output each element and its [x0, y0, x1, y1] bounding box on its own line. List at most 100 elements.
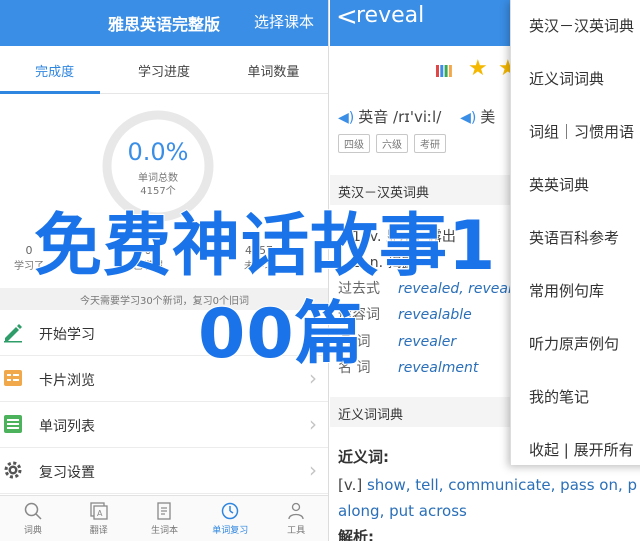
dropdown-item-en-cn[interactable]: 英汉－汉英词典: [511, 0, 640, 53]
nav-translate-label: 翻译: [89, 526, 108, 536]
word-form-label: 名 词: [338, 360, 371, 376]
person-icon: [288, 502, 304, 520]
gear-icon: [4, 461, 22, 479]
frequency-bars-icon: [436, 65, 452, 77]
exam-tags: 四级 六级 考研: [338, 134, 446, 153]
daily-tip: 今天需要学习30个新词，复习0个旧词: [0, 288, 328, 310]
dropdown-item-audio-examples[interactable]: 听力原声例句: [511, 318, 640, 371]
word-form-value[interactable]: revealer: [398, 334, 456, 350]
stat-learned-value: 0: [25, 244, 33, 257]
word-form-row: 形容词 revealable: [338, 304, 472, 324]
uk-label: 英音: [358, 108, 389, 126]
stat-learned: 0 学习了: [14, 244, 44, 272]
word-form-label: 过去式: [338, 281, 380, 297]
dropdown-item-collapse-expand[interactable]: 收起 | 展开所有: [511, 424, 640, 477]
progress-ring: 0.0% 单词总数 4157个: [100, 108, 216, 224]
stat-unlearned-value: 4157: [245, 244, 273, 257]
menu-card-browse[interactable]: 卡片浏览 ›: [0, 356, 328, 402]
us-label: 美: [480, 108, 496, 126]
tag-cet4: 四级: [338, 134, 370, 153]
word-form-row: 名 词 revealment: [338, 357, 478, 377]
select-book-button[interactable]: 选择课本: [254, 11, 314, 32]
word-form-label: 形容词: [338, 307, 380, 323]
tab-bar: 完成度 学习进度 单词数量: [0, 46, 328, 94]
menu-word-list-label: 单词列表: [39, 419, 95, 435]
tab-word-count[interactable]: 单词数量: [219, 46, 328, 93]
chevron-right-icon: ›: [309, 320, 317, 344]
stat-mastered-value: 0: [144, 244, 152, 257]
pencil-icon: [4, 324, 22, 343]
chevron-right-icon: ›: [309, 366, 317, 390]
dictionary-dropdown: 英汉－汉英词典 近义词词典 词组｜习惯用语 英英词典 英语百科参考 常用例句库 …: [510, 0, 640, 465]
word-form-value[interactable]: revealable: [398, 307, 472, 323]
synonym-line-2[interactable]: along, put across: [338, 502, 467, 520]
progress-ring-graphic: [102, 110, 214, 222]
search-icon: [24, 502, 42, 520]
dropdown-item-notes[interactable]: 我的笔记: [511, 371, 640, 424]
speaker-icon[interactable]: ◀): [338, 110, 354, 126]
dropdown-item-synonyms[interactable]: 近义词词典: [511, 53, 640, 106]
menu-word-list[interactable]: 单词列表 ›: [0, 402, 328, 448]
word-form-label: 名 词: [338, 334, 371, 350]
menu-review-settings[interactable]: 复习设置 ›: [0, 448, 328, 494]
headword: reveal: [356, 3, 425, 28]
dropdown-item-encyclopedia[interactable]: 英语百科参考: [511, 212, 640, 265]
star-icon[interactable]: ★: [468, 56, 488, 81]
stat-unlearned: 4157 未学习: [244, 244, 274, 272]
nav-dictionary-label: 词典: [23, 526, 42, 536]
left-pane: 雅思英语完整版 选择课本 完成度 学习进度 单词数量 0.0% 单词总数 415…: [0, 0, 329, 541]
synonym-words[interactable]: show, tell, communicate, pass on, p: [367, 476, 637, 494]
notebook-icon: [157, 502, 172, 520]
dropdown-item-examples[interactable]: 常用例句库: [511, 265, 640, 318]
stat-unlearned-label: 未学习: [244, 261, 274, 272]
word-form-row: 过去式 revealed, revealed: [338, 278, 529, 298]
menu-card-browse-label: 卡片浏览: [39, 373, 95, 389]
total-words-value: 4157个: [140, 186, 176, 197]
svg-text:A: A: [97, 509, 103, 518]
word-form-value[interactable]: revealment: [398, 360, 478, 376]
translate-icon: A: [90, 502, 108, 520]
chevron-right-icon: ›: [309, 458, 317, 482]
bottom-nav: 词典 A 翻译 生词本 单词复习 工具: [0, 495, 328, 541]
synonym-line-1: [v.] show, tell, communicate, pass on, p: [338, 476, 637, 494]
stat-mastered: 0 已掌握: [133, 244, 163, 272]
nav-dictionary[interactable]: 词典: [0, 496, 66, 541]
stat-mastered-label: 已掌握: [133, 261, 163, 272]
word-form-row: 名 词 revealer: [338, 331, 456, 351]
active-tab-indicator: [0, 91, 100, 94]
progress-caption: 单词总数 4157个: [100, 172, 216, 198]
definition-2: 2. n. 揭露: [352, 255, 416, 271]
progress-percent: 0.0%: [127, 138, 189, 166]
speaker-icon[interactable]: ◀): [460, 110, 476, 126]
dropdown-item-phrases[interactable]: 词组｜习惯用语: [511, 106, 640, 159]
nav-translate[interactable]: A 翻译: [66, 496, 132, 541]
synonym-pos: [v.]: [338, 476, 363, 494]
tag-kaoyan: 考研: [414, 134, 446, 153]
left-header: 雅思英语完整版 选择课本: [0, 0, 328, 46]
analysis-title: 解析:: [338, 528, 374, 541]
menu-start-learning[interactable]: 开始学习 ›: [0, 310, 328, 356]
tab-completion[interactable]: 完成度: [0, 46, 109, 93]
tab-progress[interactable]: 学习进度: [109, 46, 218, 93]
chevron-right-icon: ›: [309, 412, 317, 436]
total-words-label: 单词总数: [138, 173, 178, 184]
pronunciation: ◀) 英音 /rɪ'viːl/ ◀) 美: [338, 106, 495, 127]
menu-review-settings-label: 复习设置: [39, 465, 95, 481]
menu-start-learning-label: 开始学习: [39, 327, 95, 343]
synonym-title: 近义词:: [338, 448, 389, 466]
stat-learned-label: 学习了: [14, 261, 44, 272]
right-pane: < reveal ★ ★ ◀) 英音 /rɪ'viːl/ ◀) 美 四级 六级 考研…: [330, 0, 640, 541]
definition-1: 1. v. 显示；露出: [352, 229, 456, 245]
nav-notebook[interactable]: 生词本: [132, 496, 198, 541]
tag-cet6: 六级: [376, 134, 408, 153]
nav-word-review[interactable]: 单词复习: [197, 496, 263, 541]
uk-ipa: /rɪ'viːl/: [393, 108, 442, 126]
dropdown-item-en-en[interactable]: 英英词典: [511, 159, 640, 212]
menu-list: 开始学习 › 卡片浏览 › 单词列表 › 复习设置 ›: [0, 310, 328, 494]
nav-tools[interactable]: 工具: [263, 496, 328, 541]
cards-icon: [4, 370, 22, 386]
clock-icon: [222, 502, 239, 520]
back-button[interactable]: <: [336, 2, 358, 32]
nav-notebook-label: 生词本: [150, 526, 178, 536]
nav-word-review-label: 单词复习: [212, 526, 249, 536]
